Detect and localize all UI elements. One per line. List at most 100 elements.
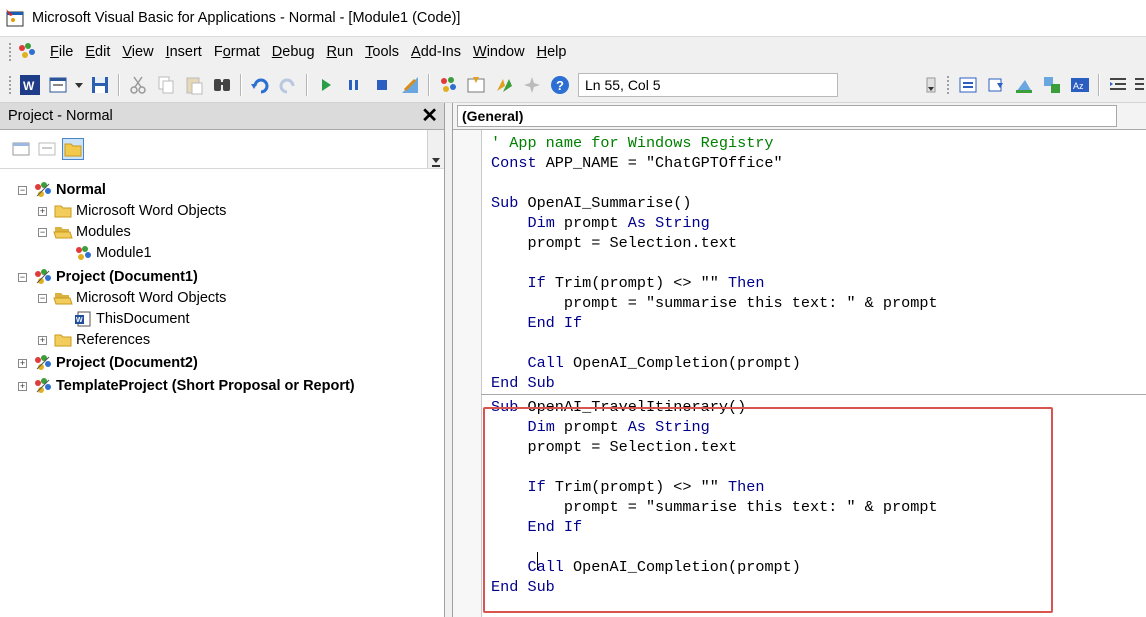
break-icon[interactable] bbox=[342, 73, 366, 97]
code-margin-indicator-bar[interactable] bbox=[453, 130, 482, 617]
save-icon[interactable] bbox=[88, 73, 112, 97]
paste-icon[interactable] bbox=[182, 73, 206, 97]
vba-app-icon bbox=[4, 7, 26, 29]
svg-text:W: W bbox=[23, 79, 35, 93]
menu-window[interactable]: Window bbox=[467, 44, 531, 60]
outdent-icon[interactable] bbox=[1134, 73, 1144, 97]
code-line[interactable]: End Sub bbox=[491, 373, 1141, 393]
tree-node[interactable]: − Normal bbox=[18, 179, 106, 201]
code-line[interactable] bbox=[491, 173, 1141, 193]
tree-node[interactable]: + Project (Document2) bbox=[18, 352, 198, 374]
indent-icon[interactable] bbox=[1106, 73, 1130, 97]
copy-icon[interactable] bbox=[154, 73, 178, 97]
menu-help[interactable]: Help bbox=[531, 44, 573, 60]
expand-icon[interactable]: + bbox=[18, 358, 27, 368]
tree-node[interactable]: − Project (Document1) bbox=[18, 266, 198, 288]
text-caret bbox=[537, 552, 538, 570]
code-line[interactable]: Dim prompt As String bbox=[491, 213, 1141, 233]
view-object-icon[interactable] bbox=[36, 138, 58, 160]
properties-window-icon[interactable] bbox=[464, 73, 488, 97]
help-icon[interactable]: ? bbox=[548, 73, 572, 97]
toolbar-overflow-icon[interactable] bbox=[926, 73, 936, 97]
tree-node[interactable]: W ThisDocument bbox=[58, 308, 189, 330]
code-line[interactable]: End If bbox=[491, 313, 1141, 333]
toggle-folders-icon[interactable] bbox=[62, 138, 84, 160]
code-line[interactable]: prompt = "summarise this text: " & promp… bbox=[491, 293, 1141, 313]
collapse-icon[interactable]: − bbox=[18, 272, 27, 282]
module-icon bbox=[73, 244, 93, 262]
design-mode-icon[interactable] bbox=[398, 73, 422, 97]
code-line[interactable]: Call OpenAI_Completion(prompt) bbox=[491, 353, 1141, 373]
collapse-icon[interactable]: − bbox=[38, 293, 47, 303]
menu-file[interactable]: File bbox=[44, 44, 79, 60]
highlight-annotation-box bbox=[483, 407, 1053, 613]
tree-node[interactable]: Module1 bbox=[58, 242, 152, 264]
folder-icon bbox=[53, 202, 73, 220]
object-combo-box[interactable]: (General) bbox=[457, 105, 1117, 127]
menu-run[interactable]: Run bbox=[321, 44, 360, 60]
tree-node-label: Microsoft Word Objects bbox=[76, 203, 227, 219]
menu-tools[interactable]: Tools bbox=[359, 44, 405, 60]
code-line[interactable]: ' App name for Windows Registry bbox=[491, 133, 1141, 153]
expand-icon[interactable]: + bbox=[38, 335, 47, 345]
insert-userform-icon[interactable] bbox=[46, 73, 70, 97]
tree-node-label: Project (Document2) bbox=[56, 355, 198, 371]
tree-node[interactable]: + Microsoft Word Objects bbox=[38, 200, 226, 222]
redo-icon[interactable] bbox=[276, 73, 300, 97]
menu-view[interactable]: View bbox=[116, 44, 159, 60]
view-word-icon[interactable]: W bbox=[18, 73, 42, 97]
toolbar-grip[interactable] bbox=[946, 75, 950, 95]
project-explorer-icon[interactable] bbox=[436, 73, 460, 97]
code-line[interactable] bbox=[491, 253, 1141, 273]
code-line[interactable]: Const APP_NAME = "ChatGPTOffice" bbox=[491, 153, 1141, 173]
tree-node-label: TemplateProject (Short Proposal or Repor… bbox=[56, 378, 355, 394]
tree-node[interactable]: − Modules bbox=[38, 221, 131, 243]
tree-node-label: Module1 bbox=[96, 245, 152, 261]
menu-format[interactable]: Format bbox=[208, 44, 266, 60]
procedure-separator bbox=[481, 394, 1146, 395]
project-pane-title: Project - Normal bbox=[8, 108, 113, 124]
view-code-icon[interactable] bbox=[10, 138, 32, 160]
code-line[interactable] bbox=[491, 333, 1141, 353]
tree-node[interactable]: + References bbox=[38, 329, 150, 351]
code-window-header: (General) bbox=[453, 103, 1146, 130]
undo-icon[interactable] bbox=[248, 73, 272, 97]
parameter-info-icon[interactable] bbox=[1040, 73, 1064, 97]
vba-project-icon[interactable] bbox=[16, 42, 38, 62]
toolbar-grip[interactable] bbox=[8, 75, 12, 95]
toolbar-separator bbox=[428, 74, 430, 96]
close-icon[interactable]: ✕ bbox=[421, 106, 438, 126]
collapse-icon[interactable]: − bbox=[18, 185, 27, 195]
expand-icon[interactable]: + bbox=[18, 381, 27, 391]
expand-icon[interactable]: + bbox=[38, 206, 47, 216]
quick-info-icon[interactable] bbox=[1012, 73, 1036, 97]
list-properties-icon[interactable] bbox=[956, 73, 980, 97]
object-browser-icon[interactable] bbox=[492, 73, 516, 97]
vba-project-icon bbox=[33, 354, 53, 372]
toolbox-icon[interactable] bbox=[520, 73, 544, 97]
scrollbar-arrow[interactable] bbox=[427, 130, 444, 168]
open-folder-icon bbox=[53, 289, 73, 307]
run-icon[interactable] bbox=[314, 73, 338, 97]
complete-word-icon[interactable]: Az bbox=[1068, 73, 1092, 97]
open-folder-icon bbox=[53, 223, 73, 241]
cut-icon[interactable] bbox=[126, 73, 150, 97]
tree-node[interactable]: − Microsoft Word Objects bbox=[38, 287, 226, 309]
list-constants-icon[interactable] bbox=[984, 73, 1008, 97]
toolbar-grip[interactable] bbox=[8, 42, 12, 62]
menu-add-ins[interactable]: Add-Ins bbox=[405, 44, 467, 60]
code-line[interactable]: If Trim(prompt) <> "" Then bbox=[491, 273, 1141, 293]
menu-bar: File Edit View Insert Format Debug Run Tools Add… bbox=[0, 37, 1146, 67]
find-icon[interactable] bbox=[210, 73, 234, 97]
code-line[interactable]: Sub OpenAI_Summarise() bbox=[491, 193, 1141, 213]
menu-insert[interactable]: Insert bbox=[160, 44, 208, 60]
menu-edit[interactable]: Edit bbox=[79, 44, 116, 60]
code-line[interactable]: prompt = Selection.text bbox=[491, 233, 1141, 253]
reset-icon[interactable] bbox=[370, 73, 394, 97]
dropdown-arrow-icon[interactable] bbox=[74, 73, 84, 97]
toolbar-separator bbox=[1098, 74, 1100, 96]
collapse-icon[interactable]: − bbox=[38, 227, 47, 237]
tree-node[interactable]: + TemplateProject (Short Proposal or Repo… bbox=[18, 375, 355, 397]
vba-project-icon bbox=[33, 268, 53, 286]
menu-debug[interactable]: Debug bbox=[266, 44, 321, 60]
